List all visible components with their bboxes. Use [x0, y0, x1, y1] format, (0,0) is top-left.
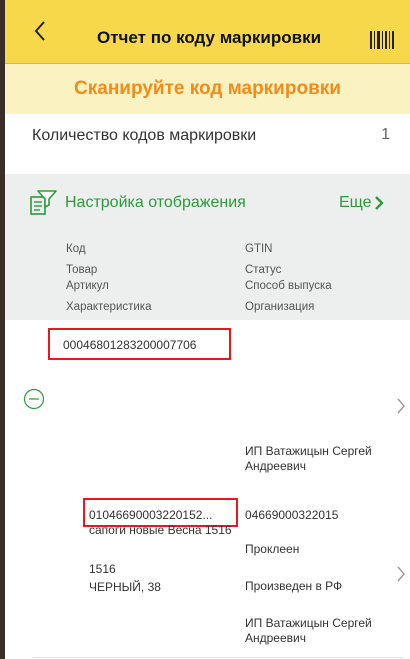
- column-header-release-method: Способ выпуска: [245, 280, 332, 292]
- chevron-left-icon: [34, 21, 45, 41]
- codes-count-row: Количество кодов маркировки 1: [5, 114, 410, 174]
- organization-name: ИП Ватажицын Сергей Андреевич: [245, 616, 372, 645]
- column-header-code: Код: [66, 243, 86, 255]
- scan-prompt-text: Сканируйте код маркировки: [74, 78, 341, 99]
- gtin-value: 04669000322015: [245, 508, 339, 522]
- chevron-right-icon[interactable]: [396, 566, 406, 582]
- release-method-value: Произведен в РФ: [245, 579, 343, 593]
- row-divider: [33, 657, 403, 658]
- column-header-article: Артикул: [66, 280, 109, 292]
- column-header-product: Товар: [66, 264, 98, 276]
- status-value: Проклеен: [245, 542, 300, 556]
- filter-settings-icon[interactable]: [29, 190, 57, 216]
- more-button-label: Еще: [339, 194, 372, 211]
- article-value: 1516: [89, 562, 116, 576]
- column-header-status: Статус: [245, 264, 282, 276]
- display-settings-link[interactable]: Настройка отображения: [65, 194, 246, 212]
- codes-count-value: 1: [381, 126, 390, 143]
- collapse-minus-icon[interactable]: [23, 388, 45, 410]
- back-button[interactable]: [23, 14, 57, 48]
- more-button[interactable]: Еще: [339, 194, 384, 212]
- characteristic-value: ЧЕРНЫЙ, 38: [89, 580, 161, 594]
- codes-count-label: Количество кодов маркировки: [32, 127, 257, 144]
- organization-name: ИП Ватажицын Сергей Андреевич: [245, 444, 372, 473]
- chevron-right-icon: [374, 196, 384, 210]
- top-bar: Отчет по коду маркировки: [5, 0, 410, 64]
- column-header-characteristic: Характеристика: [66, 301, 152, 313]
- marking-code: 00046801283200007706: [63, 338, 197, 352]
- page-title: Отчет по коду маркировки: [97, 28, 322, 47]
- chevron-right-icon[interactable]: [396, 398, 406, 414]
- column-header-gtin: GTIN: [245, 243, 273, 255]
- column-headers: Код Товар Артикул Характеристика GTIN Ст…: [5, 232, 410, 320]
- app-screen: Отчет по коду маркировки Сканируйте код …: [5, 0, 410, 659]
- marking-code: 01046690003220152...: [89, 508, 213, 522]
- product-name: сапоги новые Весна 1516: [89, 523, 232, 537]
- barcode-icon: [370, 31, 394, 49]
- barcode-scan-button[interactable]: [369, 30, 395, 50]
- column-header-organization: Организация: [245, 301, 315, 313]
- display-settings-bar: Настройка отображения Еще: [5, 174, 410, 232]
- list-item[interactable]: 00046801283200007706: [5, 320, 410, 424]
- scan-prompt-banner: Сканируйте код маркировки: [5, 64, 410, 114]
- list-item[interactable]: ИП Ватажицын Сергей Андреевич 0104669000…: [5, 424, 410, 659]
